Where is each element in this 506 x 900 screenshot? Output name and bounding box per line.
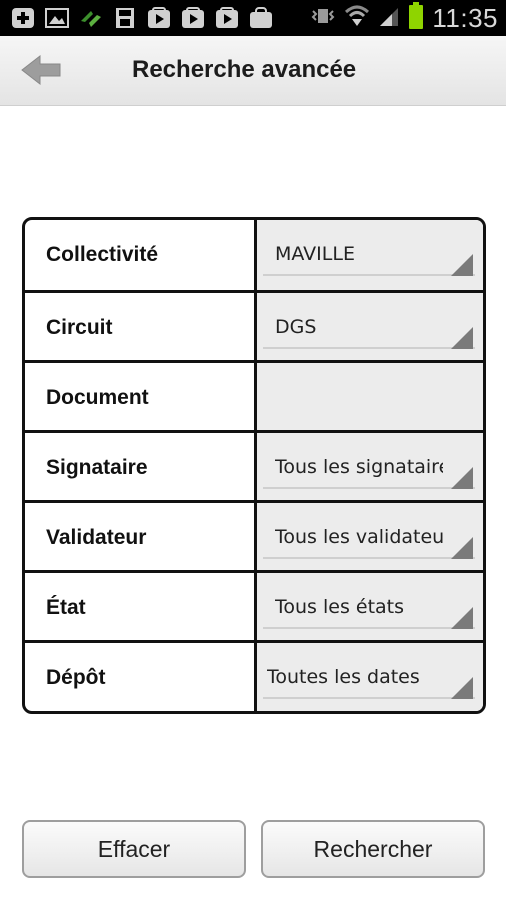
battery-icon [408, 2, 424, 34]
spinner-underline [263, 557, 475, 559]
dropdown-triangle-icon [451, 677, 473, 699]
signataire-cell: Tous les signataires [257, 433, 483, 503]
collectivite-cell: MAVILLE [257, 220, 483, 290]
notification-icons [10, 6, 274, 30]
spinner-underline [263, 697, 475, 699]
depot-value: Toutes les dates [267, 666, 420, 688]
action-bar: Recherche avancée [0, 36, 506, 106]
plus-icon [10, 7, 36, 29]
depot-label: Dépôt [46, 666, 106, 689]
search-form: Collectivité MAVILLE Circuit DGS Documen… [22, 217, 486, 714]
save-icon [112, 7, 138, 29]
dropdown-triangle-icon [451, 254, 473, 276]
signataire-label: Signataire [46, 456, 148, 479]
signal-icon [378, 4, 400, 32]
status-bar: 11:35 [0, 0, 506, 36]
play-icon [214, 7, 240, 29]
collectivite-value: MAVILLE [275, 243, 355, 265]
back-arrow-icon [20, 52, 64, 92]
spinner-underline [263, 347, 475, 349]
circuit-label: Circuit [46, 316, 113, 339]
back-button[interactable] [16, 50, 68, 94]
etat-select[interactable]: Tous les états [263, 583, 475, 633]
validateur-select[interactable]: Tous les validateurs [263, 513, 475, 563]
spinner-underline [263, 487, 475, 489]
etat-cell: Tous les états [257, 573, 483, 643]
document-label: Document [46, 386, 149, 409]
form-row-validateur: Validateur Tous les validateurs [25, 503, 483, 573]
validateur-cell: Tous les validateurs [257, 503, 483, 573]
signataire-value: Tous les signataires [275, 456, 443, 478]
clear-button[interactable]: Effacer [22, 820, 246, 878]
circuit-select[interactable]: DGS [263, 303, 475, 353]
form-row-etat: État Tous les états [25, 573, 483, 643]
signataire-select[interactable]: Tous les signataires [263, 443, 475, 493]
vibrate-icon [310, 5, 336, 31]
status-time: 11:35 [432, 2, 498, 33]
form-row-collectivite: Collectivité MAVILLE [25, 220, 483, 290]
form-row-circuit: Circuit DGS [25, 293, 483, 363]
collectivite-select[interactable]: MAVILLE [263, 230, 475, 280]
validateur-label: Validateur [46, 526, 147, 549]
page-title: Recherche avancée [132, 56, 357, 83]
validateur-value: Tous les validateurs [275, 526, 443, 548]
dropdown-triangle-icon [451, 537, 473, 559]
circuit-cell: DGS [257, 293, 483, 363]
play-icon [180, 7, 206, 29]
form-row-signataire: Signataire Tous les signataires [25, 433, 483, 503]
dropdown-triangle-icon [451, 467, 473, 489]
depot-cell: Toutes les dates [257, 643, 483, 711]
form-row-document: Document [25, 363, 483, 433]
image-icon [44, 7, 70, 29]
depot-select[interactable]: Toutes les dates [263, 653, 475, 703]
wifi-icon [344, 4, 370, 32]
dropdown-triangle-icon [451, 607, 473, 629]
spinner-underline [263, 274, 475, 276]
form-row-depot: Dépôt Toutes les dates [25, 643, 483, 711]
search-button[interactable]: Rechercher [261, 820, 485, 878]
circuit-value: DGS [275, 316, 317, 338]
transfer-icon [78, 7, 104, 29]
etat-label: État [46, 596, 86, 619]
etat-value: Tous les états [275, 596, 405, 618]
spinner-underline [263, 627, 475, 629]
dropdown-triangle-icon [451, 327, 473, 349]
collectivite-label: Collectivité [46, 243, 159, 266]
document-field[interactable] [257, 363, 483, 433]
play-icon [146, 7, 172, 29]
system-icons: 11:35 [310, 0, 498, 36]
shopping-bag-icon [248, 7, 274, 29]
